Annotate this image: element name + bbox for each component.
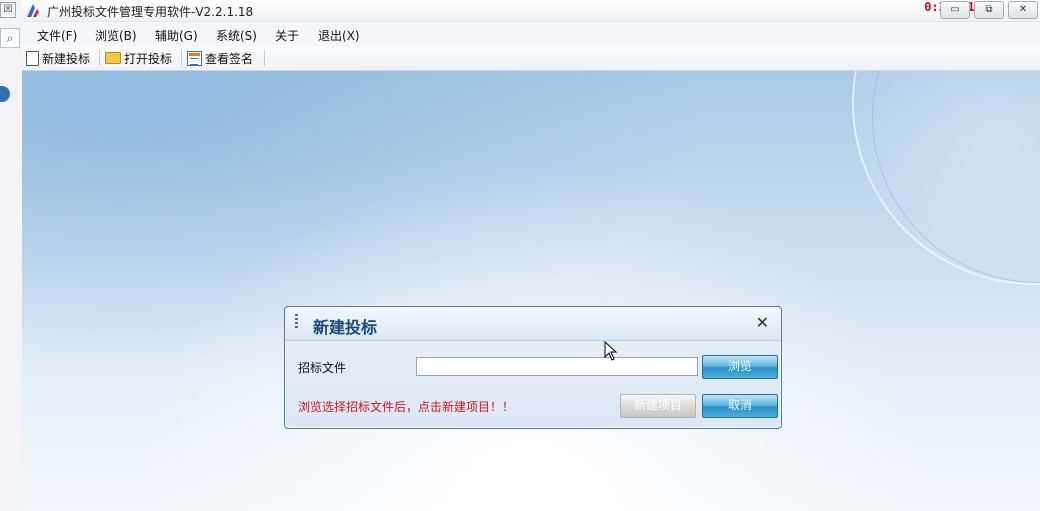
left-window-strip: ☒ ⌕ <box>0 0 23 511</box>
search-icon[interactable]: ⌕ <box>0 28 20 48</box>
open-bid-button[interactable]: 打开投标 <box>105 49 172 67</box>
app-logo-icon <box>27 4 39 17</box>
toolbar-separator <box>99 50 100 66</box>
menu-browse[interactable]: 浏览(B) <box>95 27 137 44</box>
drag-grip-icon[interactable] <box>295 314 298 330</box>
close-icon[interactable]: ☒ <box>0 2 16 18</box>
window-title: 广州投标文件管理专用软件-V2.2.1.18 <box>47 5 254 19</box>
tender-file-input[interactable] <box>416 357 698 376</box>
title-bar: 广州投标文件管理专用软件-V2.2.1.18 0:3/1:12 ▭ ⧉ ✕ <box>22 0 1040 22</box>
menu-bar: 文件(F) 浏览(B) 辅助(G) 系统(S) 关于 退出(X) <box>22 22 1040 46</box>
menu-about[interactable]: 关于 <box>275 27 299 44</box>
open-bid-label: 打开投标 <box>124 51 173 66</box>
new-bid-dialog: 新建投标 ✕ 招标文件 浏览 浏览选择招标文件后，点击新建项目！！ 新建项目 取… <box>284 306 782 429</box>
toolbar-separator <box>264 50 265 66</box>
globe-ring-decoration <box>872 71 1040 283</box>
view-signature-button[interactable]: 查看签名 <box>187 49 253 67</box>
dialog-title: 新建投标 <box>313 318 378 337</box>
signature-icon <box>187 50 202 66</box>
close-window-button[interactable]: ✕ <box>1008 1 1038 19</box>
hint-text: 浏览选择招标文件后，点击新建项目！！ <box>298 400 515 414</box>
folder-icon <box>105 52 121 64</box>
menu-file[interactable]: 文件(F) <box>37 27 77 44</box>
toolbar-separator <box>181 50 182 66</box>
restore-button[interactable]: ⧉ <box>974 1 1004 19</box>
new-document-icon <box>26 50 39 66</box>
browse-button[interactable]: 浏览 <box>702 355 778 379</box>
close-icon[interactable]: ✕ <box>756 315 769 331</box>
menu-exit[interactable]: 退出(X) <box>318 27 360 44</box>
tender-file-label: 招标文件 <box>298 361 347 375</box>
view-signature-label: 查看签名 <box>205 51 254 66</box>
mouse-cursor-icon <box>604 341 618 361</box>
globe-icon <box>0 86 10 102</box>
minimize-button[interactable]: ▭ <box>940 1 970 19</box>
workspace-background <box>22 71 1040 511</box>
window-controls: ▭ ⧉ ✕ <box>940 1 1038 19</box>
menu-system[interactable]: 系统(S) <box>216 27 257 44</box>
menu-assist[interactable]: 辅助(G) <box>155 27 198 44</box>
toolbar: 新建投标 打开投标 查看签名 <box>22 46 1040 71</box>
new-bid-label: 新建投标 <box>42 51 91 66</box>
dialog-header[interactable]: 新建投标 ✕ <box>285 307 781 341</box>
cancel-button[interactable]: 取消 <box>702 394 778 418</box>
new-project-button[interactable]: 新建项目 <box>620 394 696 418</box>
new-bid-button[interactable]: 新建投标 <box>26 49 90 67</box>
